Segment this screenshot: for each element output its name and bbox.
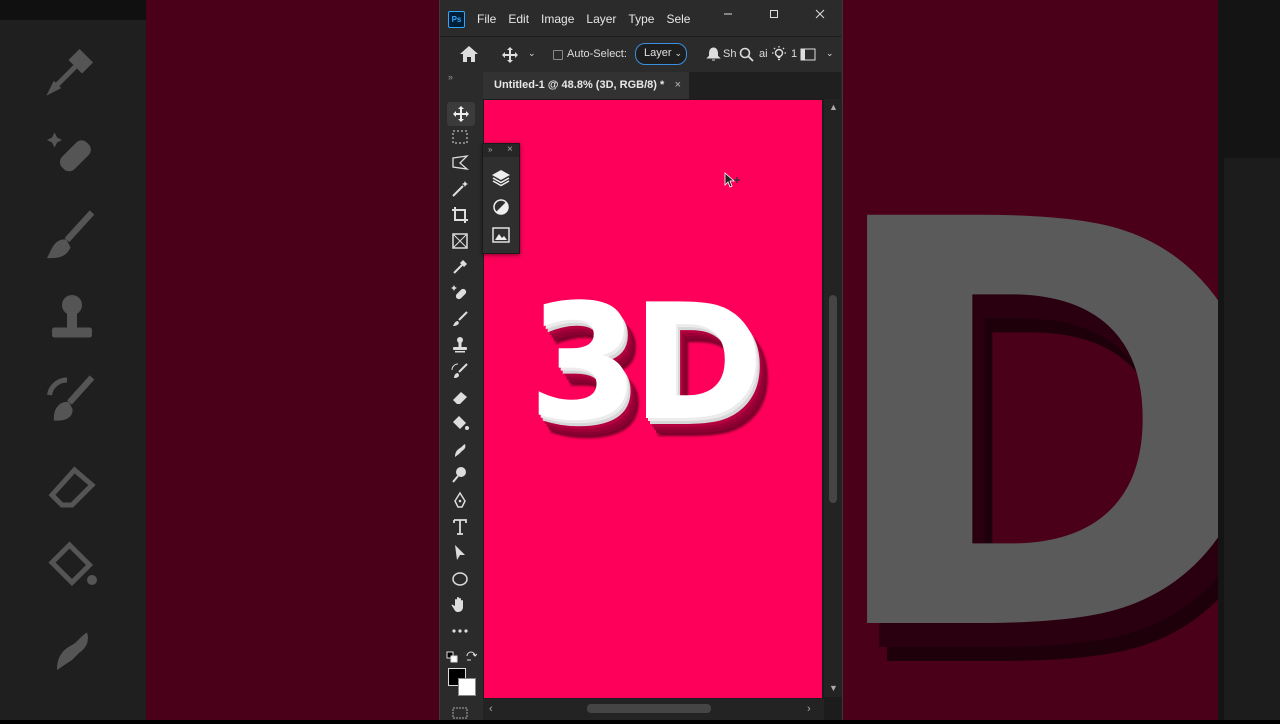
swap-colors-icon[interactable] <box>465 649 478 667</box>
extra-text: 1 <box>791 48 798 60</box>
eraser-tool-icon[interactable] <box>450 387 472 409</box>
horizontal-scroll-thumb[interactable] <box>587 704 711 713</box>
healing-brush-icon[interactable] <box>450 283 472 305</box>
photoshop-window: Ps File Edit Image Layer Type Sele ⌄ Aut… <box>439 0 843 720</box>
photoshop-logo: Ps <box>448 11 465 28</box>
magic-wand-icon[interactable] <box>450 179 472 201</box>
horizontal-scrollbar[interactable]: ‹ › <box>483 699 824 720</box>
vertical-scrollbar[interactable]: ▲ ▼ <box>824 99 842 697</box>
menu-edit[interactable]: Edit <box>508 12 529 26</box>
auto-select-label: Auto-Select: <box>567 48 627 60</box>
layers-panel-icon[interactable] <box>491 168 511 188</box>
bg-brush-icon <box>42 205 102 265</box>
menu-type[interactable]: Type <box>628 12 654 26</box>
floating-panels-dock: » × <box>482 143 520 254</box>
document-canvas[interactable]: 3D <box>484 100 822 698</box>
target-dropdown-value: Layer <box>644 47 672 59</box>
scroll-left-icon[interactable]: ‹ <box>489 703 493 715</box>
hand-tool-icon[interactable] <box>450 595 472 617</box>
auto-select-checkbox[interactable] <box>553 50 563 60</box>
clone-stamp-icon[interactable] <box>450 335 472 357</box>
eyedropper-tool-icon[interactable] <box>450 257 472 279</box>
scroll-down-icon[interactable]: ▼ <box>829 683 838 693</box>
move-tool-icon[interactable] <box>447 102 475 126</box>
chevron-down-icon: ⌄ <box>674 48 682 58</box>
title-bar: Ps File Edit Image Layer Type Sele <box>440 0 842 36</box>
bg-bucket-icon <box>42 535 102 595</box>
panel-collapse-icon[interactable]: » <box>448 72 453 82</box>
chevron-down-icon[interactable]: ⌄ <box>826 48 834 59</box>
chevron-down-icon[interactable]: ⌄ <box>528 48 536 59</box>
bg-eraser-icon <box>42 455 102 515</box>
ellipse-tool-icon[interactable] <box>450 569 472 591</box>
home-icon[interactable] <box>459 45 479 68</box>
scroll-right-icon[interactable]: › <box>807 703 811 715</box>
type-tool-icon[interactable] <box>450 517 472 539</box>
path-selection-icon[interactable] <box>450 543 472 565</box>
document-tab-bar: Untitled-1 @ 48.8% (3D, RGB/8) * × <box>483 72 841 99</box>
share-text[interactable]: Sh <box>723 48 736 60</box>
bell-icon[interactable] <box>706 47 721 67</box>
close-panel-icon[interactable]: × <box>507 144 513 155</box>
document-tab-title: Untitled-1 @ 48.8% (3D, RGB/8) * <box>494 79 665 91</box>
expand-panels-icon[interactable]: » <box>488 145 492 154</box>
canvas-area: 3D ▲ ▼ ‹ › <box>483 99 842 720</box>
history-brush-icon[interactable] <box>450 361 472 383</box>
menu-select[interactable]: Sele <box>666 12 690 26</box>
options-bar: ⌄ Auto-Select: Layer ⌄ Sh ai 1 ⌄ <box>440 36 842 74</box>
bg-healing-icon <box>42 125 102 185</box>
lightbulb-icon[interactable] <box>770 45 788 68</box>
quick-mask-icon[interactable] <box>452 706 468 724</box>
vertical-scroll-thumb[interactable] <box>829 295 837 503</box>
search-icon[interactable] <box>739 47 754 67</box>
tools-panel: » <box>440 72 483 720</box>
scroll-up-icon[interactable]: ▲ <box>829 102 838 112</box>
panel-dock-header[interactable]: » × <box>483 144 519 157</box>
canvas-3d-text[interactable]: 3D <box>528 283 764 443</box>
default-colors-icon[interactable] <box>446 650 458 668</box>
workspace-icon[interactable] <box>800 48 816 66</box>
close-tab-icon[interactable]: × <box>675 72 681 99</box>
minimize-icon[interactable] <box>718 8 738 22</box>
menu-image[interactable]: Image <box>541 12 574 26</box>
bg-history-brush-icon <box>42 370 102 430</box>
brush-tool-icon[interactable] <box>450 309 472 331</box>
menu-bar: File Edit Image Layer Type Sele <box>477 12 702 26</box>
mouse-cursor-icon <box>724 172 742 195</box>
menu-file[interactable]: File <box>477 12 496 26</box>
marquee-tool-icon[interactable] <box>450 127 472 149</box>
menu-layer[interactable]: Layer <box>586 12 616 26</box>
target-dropdown[interactable]: Layer ⌄ <box>635 43 687 65</box>
bg-right-panel-inner <box>1224 158 1280 720</box>
paint-bucket-icon[interactable] <box>450 413 472 435</box>
bg-smudge-icon <box>42 620 102 680</box>
smudge-tool-icon[interactable] <box>450 439 472 461</box>
crop-tool-icon[interactable] <box>450 205 472 227</box>
adjustments-panel-icon[interactable] <box>491 197 511 217</box>
bg-toolbar <box>0 0 146 720</box>
dodge-tool-icon[interactable] <box>450 465 472 487</box>
document-tab[interactable]: Untitled-1 @ 48.8% (3D, RGB/8) * × <box>483 72 689 99</box>
lasso-tool-icon[interactable] <box>450 153 472 175</box>
search-text[interactable]: ai <box>759 48 768 60</box>
background-color-swatch[interactable] <box>458 678 476 696</box>
bg-stamp-icon <box>42 290 102 350</box>
libraries-panel-icon[interactable] <box>491 225 511 245</box>
bg-eyedropper-icon <box>42 40 102 100</box>
move-tool-icon[interactable] <box>501 46 519 69</box>
close-window-icon[interactable] <box>810 8 830 22</box>
more-tools-icon[interactable] <box>450 621 472 643</box>
pen-tool-icon[interactable] <box>450 491 472 513</box>
frame-tool-icon[interactable] <box>450 231 472 253</box>
maximize-icon[interactable] <box>764 8 784 22</box>
